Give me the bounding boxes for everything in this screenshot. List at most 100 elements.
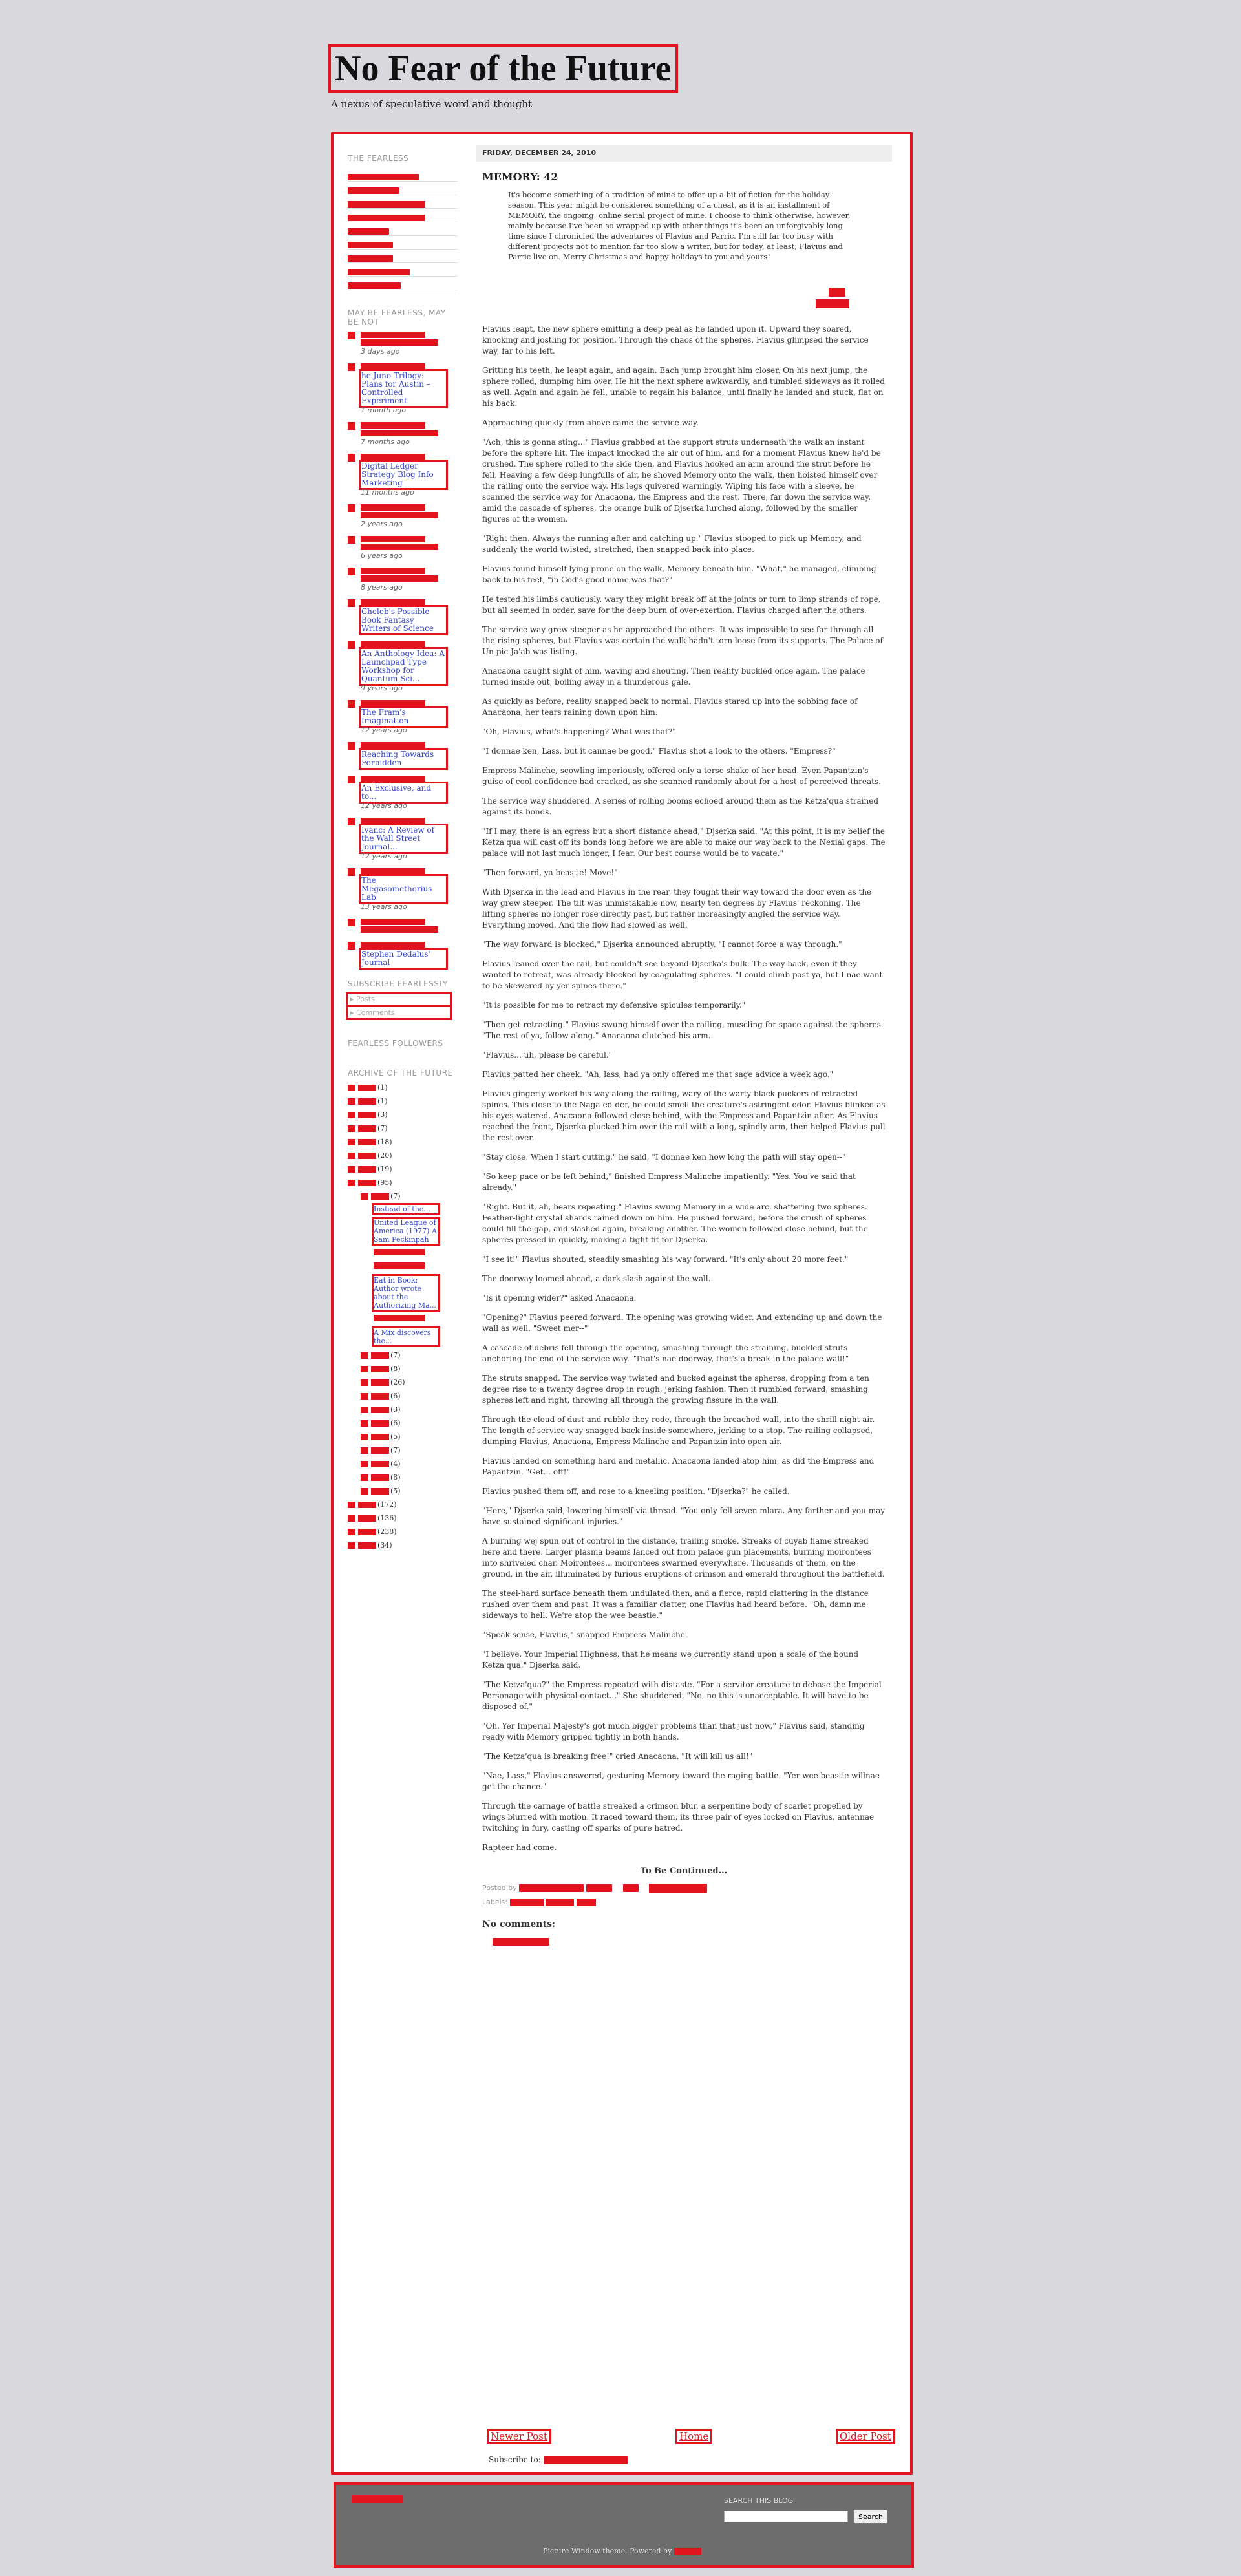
blog-list-blog-name[interactable] [361, 422, 425, 429]
archive-post-link[interactable]: A Mix discovers the... [372, 1326, 440, 1347]
archive-toggle-icon[interactable] [361, 1420, 368, 1427]
archive-year[interactable]: (34) [348, 1540, 458, 1550]
blog-list-post-link[interactable]: Digital Ledger Strategy Blog Info Market… [359, 460, 448, 490]
archive-toggle-icon[interactable] [361, 1474, 368, 1481]
label-link-3[interactable] [576, 1899, 596, 1906]
archive-month[interactable]: (7) [361, 1350, 458, 1360]
archive-toggle-icon[interactable] [348, 1515, 355, 1522]
archive-period-link[interactable] [358, 1529, 376, 1535]
archive-month[interactable]: (8) [361, 1364, 458, 1374]
blog-list-post-link[interactable] [361, 544, 438, 550]
archive-period-link[interactable] [371, 1434, 389, 1440]
archive-post-link[interactable] [374, 1315, 458, 1323]
archive-period-link[interactable] [358, 1139, 376, 1145]
blog-list-post-link[interactable] [361, 512, 438, 518]
archive-toggle-icon[interactable] [361, 1488, 368, 1495]
blog-list-post-link[interactable]: Ivanc: A Review of the Wall Street Journ… [359, 824, 448, 854]
blog-list-post-link[interactable] [361, 430, 438, 436]
subscribe-comments[interactable]: ▸ Comments [346, 1005, 452, 1020]
blog-list-post-link[interactable]: Cheleb's Possible Book Fantasy Writers o… [359, 605, 448, 635]
archive-year[interactable]: (18) [348, 1137, 458, 1147]
archive-post-link[interactable]: Instead of the... [372, 1203, 440, 1215]
archive-year[interactable]: (3) [348, 1110, 458, 1120]
archive-post-link[interactable]: United League of America (1977) A Sam Pe… [372, 1217, 440, 1246]
archive-year[interactable]: (1) [348, 1083, 458, 1092]
fearless-link-label[interactable] [348, 242, 393, 248]
archive-toggle-icon[interactable] [348, 1125, 355, 1132]
archive-toggle-icon[interactable] [361, 1447, 368, 1454]
label-link-1[interactable] [509, 1899, 544, 1906]
archive-year[interactable]: (136) [348, 1513, 458, 1523]
archive-period-link[interactable] [358, 1515, 376, 1522]
archive-month[interactable]: (7) [361, 1445, 458, 1455]
fearless-link[interactable] [348, 209, 458, 222]
fearless-link[interactable] [348, 168, 458, 182]
fearless-link[interactable] [348, 182, 458, 195]
fearless-link-label[interactable] [348, 228, 389, 235]
archive-period-link[interactable] [371, 1447, 389, 1454]
archive-period-link[interactable] [371, 1461, 389, 1467]
blog-list-blog-name[interactable] [361, 919, 425, 925]
footer-attribution-widget[interactable] [352, 2495, 403, 2503]
blog-list-blog-name[interactable] [361, 742, 425, 749]
archive-toggle-icon[interactable] [361, 1461, 368, 1467]
archive-month[interactable]: (6) [361, 1418, 458, 1428]
blog-list-post-link[interactable]: Stephen Dedalus' Journal [359, 948, 448, 970]
fearless-link-label[interactable] [348, 282, 401, 289]
archive-toggle-icon[interactable] [348, 1085, 355, 1091]
archive-toggle-icon[interactable] [361, 1193, 368, 1200]
blog-list-blog-name[interactable] [361, 641, 425, 648]
fearless-link[interactable] [348, 195, 458, 209]
archive-toggle-icon[interactable] [348, 1166, 355, 1173]
blog-list-blog-name[interactable] [361, 942, 425, 948]
archive-toggle-icon[interactable] [348, 1542, 355, 1549]
blog-title[interactable]: No Fear of the Future [328, 43, 678, 94]
fearless-link[interactable] [348, 222, 458, 236]
comment-link[interactable] [623, 1884, 639, 1892]
search-input[interactable] [724, 2511, 848, 2522]
archive-period-link[interactable] [371, 1488, 389, 1495]
newer-post-link[interactable]: Newer Post [487, 2429, 551, 2444]
fearless-link-label[interactable] [348, 215, 425, 221]
label-link-2[interactable] [546, 1899, 575, 1906]
archive-period-link[interactable] [358, 1166, 376, 1173]
blog-list-blog-name[interactable] [361, 536, 425, 542]
archive-period-link[interactable] [371, 1407, 389, 1413]
fearless-link-label[interactable] [348, 174, 419, 180]
subscribe-posts[interactable]: ▸ Posts [346, 992, 452, 1006]
blog-list-post-link[interactable]: The Megasomethorius Lab [359, 874, 448, 904]
blog-list-post-link[interactable]: An Exclusive, and to... [359, 782, 448, 804]
fearless-link[interactable] [348, 236, 458, 250]
fearless-link[interactable] [348, 277, 458, 290]
archive-period-link[interactable] [358, 1125, 376, 1132]
blog-list-blog-name[interactable] [361, 332, 425, 338]
post-time-link[interactable] [586, 1884, 612, 1892]
archive-month[interactable]: (5) [361, 1486, 458, 1496]
archive-period-link[interactable] [358, 1112, 376, 1118]
fearless-link[interactable] [348, 263, 458, 277]
archive-toggle-icon[interactable] [348, 1112, 355, 1118]
archive-post-link[interactable] [374, 1249, 458, 1257]
post-atom-link[interactable] [543, 2456, 628, 2464]
archive-period-link[interactable] [371, 1366, 389, 1372]
post-comment-link[interactable] [493, 1938, 549, 1946]
archive-month[interactable]: (8) [361, 1473, 458, 1482]
fearless-link-label[interactable] [348, 187, 399, 194]
archive-period-link[interactable] [358, 1085, 376, 1091]
archive-toggle-icon[interactable] [348, 1529, 355, 1535]
blog-list-blog-name[interactable] [361, 599, 425, 606]
archive-post-link[interactable] [374, 1262, 458, 1271]
archive-year[interactable]: (95) [348, 1178, 458, 1187]
archive-month[interactable]: (3) [361, 1405, 458, 1414]
fearless-link-label[interactable] [348, 201, 425, 208]
blog-list-post-link[interactable] [361, 926, 438, 933]
blog-list-blog-name[interactable] [361, 568, 425, 574]
archive-year[interactable]: (1) [348, 1096, 458, 1106]
archive-toggle-icon[interactable] [348, 1502, 355, 1508]
archive-year[interactable]: (19) [348, 1164, 458, 1174]
archive-toggle-icon[interactable] [348, 1098, 355, 1105]
blog-list-post-link[interactable] [361, 339, 438, 346]
archive-toggle-icon[interactable] [361, 1352, 368, 1359]
blog-list-blog-name[interactable] [361, 776, 425, 782]
blog-list-blog-name[interactable] [361, 700, 425, 707]
